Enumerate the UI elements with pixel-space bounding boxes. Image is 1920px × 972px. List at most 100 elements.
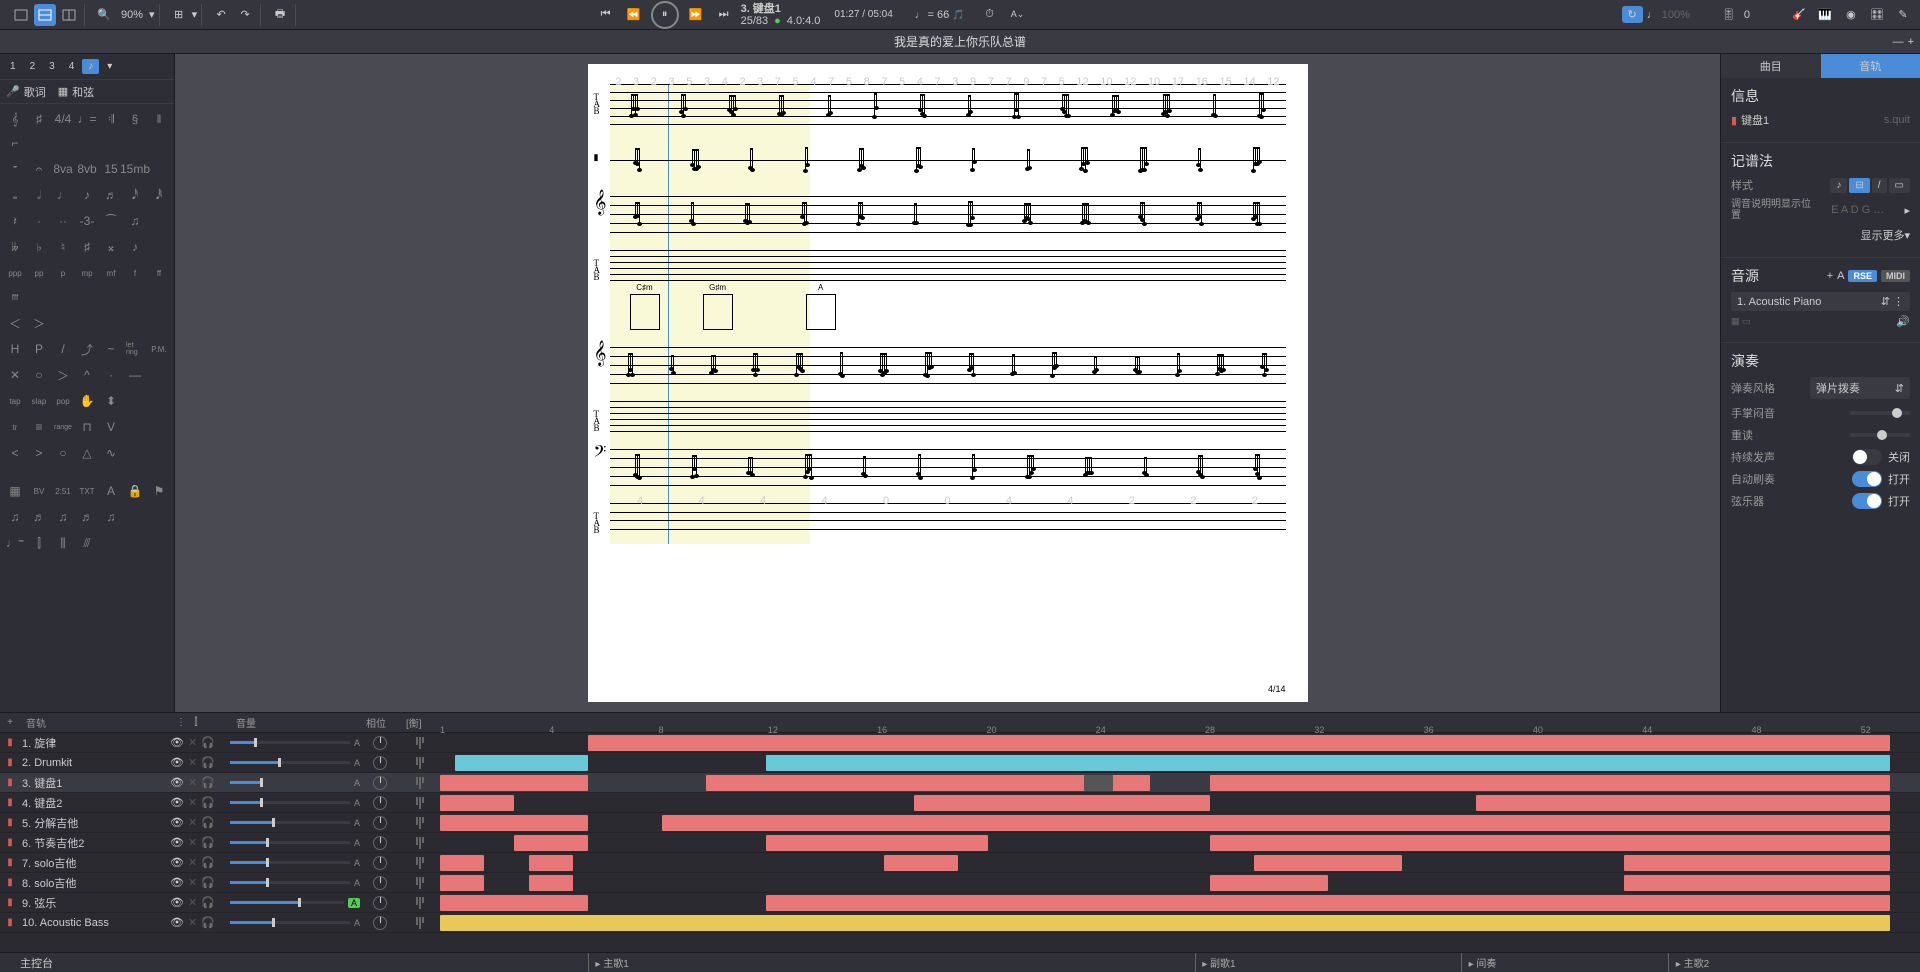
ending-icon[interactable]: ⌐: [6, 134, 24, 152]
visibility-icon[interactable]: 👁: [170, 736, 184, 749]
stem-icon[interactable]: ♩⁼: [6, 534, 24, 552]
volume-slider[interactable]: [230, 801, 350, 804]
upstroke-icon[interactable]: ⊓: [78, 418, 96, 436]
tuning-next-icon[interactable]: ▸: [1904, 204, 1910, 217]
skip-start-button[interactable]: ⏮: [595, 4, 617, 26]
grace-icon[interactable]: ♪: [126, 238, 144, 256]
wave-icon[interactable]: ∿: [102, 444, 120, 462]
whole-note-icon[interactable]: 𝅝: [6, 186, 24, 204]
clip[interactable]: [440, 775, 588, 791]
ppp-icon[interactable]: ppp: [6, 264, 24, 282]
chord-grid-icon[interactable]: ▦: [6, 482, 24, 500]
visibility-icon[interactable]: 👁: [170, 756, 184, 769]
whole-rest-icon[interactable]: 𝄻: [6, 160, 24, 178]
metronome-icon[interactable]: ⏱: [979, 4, 1001, 26]
undo-button[interactable]: ↶: [210, 4, 232, 26]
volume-slider[interactable]: [230, 881, 350, 884]
palette-tab-3[interactable]: 3: [43, 59, 61, 74]
sixtyfourth-note-icon[interactable]: 𝅘𝅥𝅱: [150, 186, 168, 204]
p-icon[interactable]: p: [54, 264, 72, 282]
pp-icon[interactable]: pp: [30, 264, 48, 282]
section-marker[interactable]: ▸ 间奏: [1469, 955, 1497, 970]
mp-icon[interactable]: mp: [78, 264, 96, 282]
eq-button[interactable]: [400, 897, 440, 909]
pan-knob[interactable]: [373, 836, 387, 850]
staccato-icon[interactable]: ·: [102, 366, 120, 384]
fermata-icon[interactable]: 𝄐: [30, 160, 48, 178]
heavy-accent-icon[interactable]: ^: [78, 366, 96, 384]
settings-icon[interactable]: ✎: [1892, 4, 1914, 26]
track-color-icon[interactable]: ▮: [0, 837, 20, 848]
pan-knob[interactable]: [373, 816, 387, 830]
add-track-button[interactable]: +: [0, 717, 20, 728]
quindicesima-bassa-icon[interactable]: 15mb: [126, 160, 144, 178]
solo-icon[interactable]: 🎧: [201, 856, 215, 869]
play-pause-button[interactable]: ⏸: [651, 1, 679, 29]
mute-icon[interactable]: ✕: [188, 836, 197, 849]
dead-note-icon[interactable]: ✕: [6, 366, 24, 384]
palette-tab-notation[interactable]: ♪: [82, 59, 99, 74]
clip[interactable]: [440, 815, 588, 831]
tempo-mark-icon[interactable]: ♩=: [78, 110, 96, 128]
notation-style-standard[interactable]: ♪: [1830, 178, 1847, 193]
autobrush-toggle[interactable]: [1852, 471, 1882, 487]
track-color-icon[interactable]: ▮: [0, 917, 20, 928]
solo-icon[interactable]: 🎧: [201, 916, 215, 929]
clip[interactable]: [588, 735, 1890, 751]
accent-slider[interactable]: [1850, 433, 1910, 437]
palette-tab-2[interactable]: 2: [24, 59, 42, 74]
clip[interactable]: [440, 855, 484, 871]
slap-icon[interactable]: slap: [30, 392, 48, 410]
track-clips[interactable]: [440, 753, 1920, 772]
let-ring-icon[interactable]: let ring: [126, 340, 144, 358]
clip[interactable]: [766, 755, 1891, 771]
volume-slider[interactable]: [230, 921, 350, 924]
track-name-field[interactable]: 键盘1: [1741, 112, 1884, 128]
mute-icon[interactable]: ✕: [188, 876, 197, 889]
eq-button[interactable]: [400, 797, 440, 809]
clip[interactable]: [914, 795, 1210, 811]
pan-knob[interactable]: [373, 756, 387, 770]
eq-button[interactable]: [400, 857, 440, 869]
clip[interactable]: [884, 855, 958, 871]
circle-icon[interactable]: ○: [54, 444, 72, 462]
show-more-button[interactable]: 显示更多: [1860, 227, 1904, 243]
loop-button[interactable]: ↻: [1622, 6, 1643, 23]
rest-icon[interactable]: 𝄽: [6, 212, 24, 230]
flag-icon[interactable]: ⚑: [150, 482, 168, 500]
countdown-icon[interactable]: A⌄: [1007, 4, 1029, 26]
sharp-icon[interactable]: ♯: [30, 110, 48, 128]
vibrato-icon[interactable]: ~: [102, 340, 120, 358]
clip[interactable]: [1624, 875, 1890, 891]
clip[interactable]: [529, 855, 573, 871]
crescendo-icon[interactable]: ＜: [6, 314, 24, 332]
track-clips[interactable]: [440, 833, 1920, 852]
visibility-icon[interactable]: 👁: [170, 816, 184, 829]
add-sound-icon[interactable]: +: [1827, 270, 1833, 282]
eq-button[interactable]: [400, 757, 440, 769]
track-color-icon[interactable]: ▮: [0, 857, 20, 868]
mixer-icon[interactable]: 🎛: [1866, 4, 1888, 26]
tap-icon[interactable]: tap: [6, 392, 24, 410]
fff-icon[interactable]: fff: [6, 288, 24, 306]
lyrics-button[interactable]: 🎤 歌词: [6, 84, 46, 100]
redo-button[interactable]: ↷: [234, 4, 256, 26]
half-note-icon[interactable]: 𝅗𝅥: [30, 186, 48, 204]
solo-icon[interactable]: 🎧: [201, 776, 215, 789]
volume-slider[interactable]: [230, 781, 350, 784]
sixteenth-note-icon[interactable]: ♬: [102, 186, 120, 204]
track-clips[interactable]: [440, 913, 1920, 932]
mixer-console-label[interactable]: 主控台: [0, 955, 440, 971]
less-icon[interactable]: <: [6, 444, 24, 462]
visibility-icon[interactable]: 👁: [170, 856, 184, 869]
eq-button[interactable]: [400, 737, 440, 749]
clip[interactable]: [1624, 855, 1890, 871]
clip[interactable]: [440, 915, 1890, 931]
quarter-note-icon[interactable]: ♩: [54, 186, 72, 204]
automation-icon[interactable]: A: [1837, 270, 1844, 282]
tab-catalog[interactable]: 曲目: [1721, 54, 1821, 78]
track-row[interactable]: ▮7. solo吉他👁✕🎧A: [0, 853, 1920, 873]
eq-button[interactable]: [400, 777, 440, 789]
mute-icon[interactable]: ✕: [188, 856, 197, 869]
slide-icon[interactable]: /: [54, 340, 72, 358]
